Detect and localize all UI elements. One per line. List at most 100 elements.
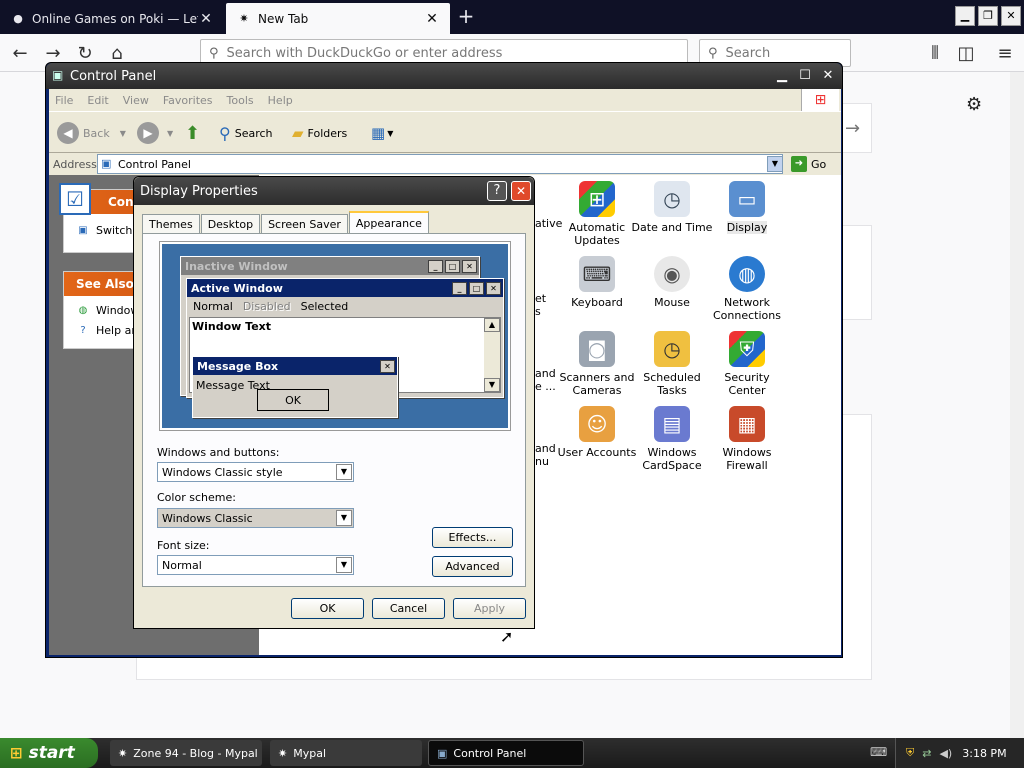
library-icon[interactable]: ⫴ <box>922 41 948 67</box>
users-icon: ☺ <box>579 406 615 442</box>
tab-label: New Tab <box>258 11 309 26</box>
shield-icon[interactable]: ⛨ <box>906 746 914 760</box>
minimize-button[interactable]: ▁ <box>955 6 975 26</box>
minimize-button[interactable]: ▁ <box>772 67 792 85</box>
tab-appearance[interactable]: Appearance <box>348 211 429 233</box>
dialog-tabs: Themes Desktop Screen Saver Appearance <box>142 211 430 233</box>
partial-label: e ... <box>535 380 556 393</box>
partial-label: nu <box>535 455 549 468</box>
dialog-title: Display Properties <box>140 183 258 199</box>
partial-label: s <box>535 305 541 318</box>
mouse-item[interactable]: ◉ Mouse <box>630 256 714 309</box>
chevron-down-icon: ▼ <box>336 464 352 480</box>
close-icon: ✕ <box>380 359 395 373</box>
go-button[interactable]: ➜ Go <box>791 154 831 174</box>
color-scheme-select[interactable]: Windows Classic ▼ <box>157 508 354 528</box>
date-time-item[interactable]: ◷ Date and Time <box>630 181 714 234</box>
tab-label: Online Games on Poki — Let's play <box>32 11 198 26</box>
task-zone94[interactable]: ✷ Zone 94 - Blog - Mypal <box>110 740 262 766</box>
link-label: Help an <box>96 323 139 337</box>
tab-screen-saver[interactable]: Screen Saver <box>261 214 348 233</box>
firefox-tab-icon: ✷ <box>239 12 249 25</box>
window-titlebar[interactable]: Control Panel <box>46 63 842 89</box>
scanners-cameras-item[interactable]: ◙ Scanners and Cameras <box>555 331 639 397</box>
tab-new-tab[interactable]: ✷ New Tab ✕ <box>226 3 450 34</box>
menu-icon[interactable]: ≡ <box>992 41 1018 67</box>
folders-button[interactable]: ▰ Folders <box>292 120 347 146</box>
menu-file[interactable]: File <box>55 94 73 107</box>
apply-button[interactable]: Apply <box>453 598 526 619</box>
shield-icon: ⛨ <box>729 331 765 367</box>
address-input[interactable]: ▣ Control Panel <box>97 154 783 174</box>
security-center-item[interactable]: ⛨ Security Center <box>705 331 789 397</box>
arrow-right-icon[interactable]: → <box>845 118 860 139</box>
cancel-button[interactable]: Cancel <box>372 598 445 619</box>
maximize-button[interactable]: ☐ <box>795 67 815 85</box>
keyboard-icon[interactable]: ⌨ <box>870 745 887 759</box>
automatic-updates-item[interactable]: ⊞ Automatic Updates <box>555 181 639 247</box>
menu-help[interactable]: Help <box>268 94 293 107</box>
task-control-panel[interactable]: ▣ Control Panel <box>428 740 584 766</box>
item-label: Windows CardSpace <box>642 446 702 472</box>
advanced-button[interactable]: Advanced <box>432 556 513 577</box>
task-mypal[interactable]: ✷ Mypal <box>270 740 422 766</box>
mypal-icon: ✷ <box>278 746 288 760</box>
clock[interactable]: 3:18 PM <box>962 747 1006 760</box>
help-button[interactable]: ? <box>487 181 507 201</box>
scheduled-tasks-item[interactable]: ◷ Scheduled Tasks <box>630 331 714 397</box>
network-icon[interactable]: ⇄ <box>922 747 931 760</box>
forward-button[interactable]: ▶ ▼ <box>137 120 173 146</box>
keyboard-item[interactable]: ⌨ Keyboard <box>555 256 639 309</box>
up-folder-icon: ⬆ <box>185 122 201 144</box>
tab-desktop[interactable]: Desktop <box>200 214 261 233</box>
preview-ok-button: OK <box>257 389 329 411</box>
windows-logo-icon: ⊞ <box>801 89 839 111</box>
tab-poki[interactable]: ● Online Games on Poki — Let's play ✕ <box>0 3 224 34</box>
window-title: Control Panel <box>70 68 157 84</box>
poki-favicon-icon: ● <box>13 12 23 25</box>
user-accounts-item[interactable]: ☺ User Accounts <box>555 406 639 459</box>
views-button[interactable]: ▦ ▼ <box>371 120 393 146</box>
menu-favorites[interactable]: Favorites <box>163 94 213 107</box>
effects-button[interactable]: Effects... <box>432 527 513 548</box>
close-icon[interactable]: ✕ <box>198 11 214 27</box>
display-item[interactable]: ▭ Display <box>705 181 789 234</box>
menu-view[interactable]: View <box>123 94 149 107</box>
search-icon: ⚲ <box>219 123 231 143</box>
address-dropdown-button[interactable]: ▼ <box>767 156 783 172</box>
close-button[interactable]: ✕ <box>818 67 838 85</box>
up-folder-button[interactable]: ⬆ <box>185 120 200 146</box>
mouse-icon: ◉ <box>654 256 690 292</box>
menu-edit[interactable]: Edit <box>87 94 108 107</box>
inactive-title: Inactive Window <box>185 259 288 273</box>
close-button[interactable]: ✕ <box>1001 6 1021 26</box>
new-tab-button[interactable]: + <box>455 5 477 29</box>
windows-buttons-select[interactable]: Windows Classic style ▼ <box>157 462 354 482</box>
back-arrow-icon[interactable]: ← <box>7 41 33 67</box>
ok-button[interactable]: OK <box>291 598 364 619</box>
start-button[interactable]: ⊞ start <box>0 738 98 768</box>
font-size-select[interactable]: Normal ▼ <box>157 555 354 575</box>
search-icon: ⚲ <box>209 45 219 61</box>
menu-tools[interactable]: Tools <box>227 94 254 107</box>
cardspace-item[interactable]: ▤ Windows CardSpace <box>630 406 714 472</box>
task-label: Zone 94 - Blog - Mypal <box>133 746 258 760</box>
windows-firewall-item[interactable]: ▦ Windows Firewall <box>705 406 789 472</box>
volume-icon[interactable]: ◀) <box>939 747 952 760</box>
address-value: Control Panel <box>118 157 191 171</box>
tab-themes[interactable]: Themes <box>142 214 200 233</box>
back-button[interactable]: ◀ Back ▼ <box>57 120 126 146</box>
close-icon: ✕ <box>462 259 477 273</box>
close-button[interactable]: ✕ <box>511 181 531 201</box>
page-scrollbar[interactable] <box>1010 72 1024 738</box>
task-label: Control Panel <box>453 746 527 760</box>
sidebar-icon[interactable]: ◫ <box>953 41 979 67</box>
gear-icon[interactable]: ⚙ <box>966 94 982 115</box>
close-icon[interactable]: ✕ <box>424 11 440 27</box>
partial-label: et <box>535 292 547 305</box>
maximize-button[interactable]: ❐ <box>978 6 998 26</box>
dialog-titlebar[interactable]: Display Properties <box>134 177 534 205</box>
search-button[interactable]: ⚲ Search <box>219 120 273 146</box>
address-bar: Address ▣ Control Panel ▼ ➜ Go <box>49 153 841 175</box>
network-connections-item[interactable]: ◍ Network Connections <box>705 256 789 322</box>
